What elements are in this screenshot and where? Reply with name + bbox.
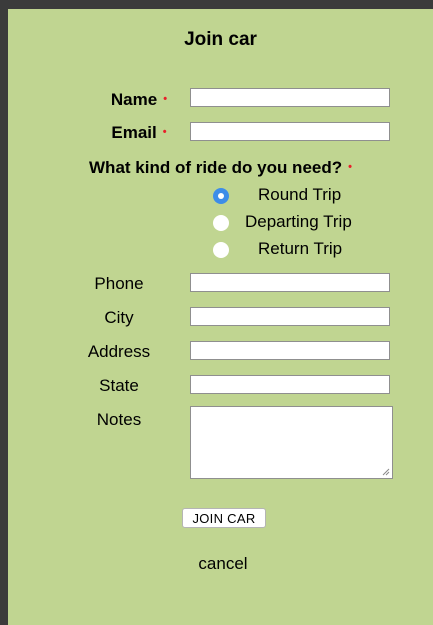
city-input[interactable] (190, 307, 390, 326)
required-marker: • (348, 161, 352, 173)
required-marker: • (162, 126, 167, 138)
notes-label: Notes (96, 410, 142, 429)
radio-label-round-trip: Round Trip (258, 185, 342, 204)
name-label-text: Name (110, 90, 158, 109)
notes-textarea[interactable] (190, 406, 393, 479)
ride-question: What kind of ride do you need? • (8, 158, 433, 178)
state-input[interactable] (190, 375, 390, 394)
city-label: City (104, 308, 134, 327)
email-label-text: Email (111, 123, 157, 142)
email-label: Email • (84, 123, 194, 143)
radio-button-selected[interactable] (213, 188, 229, 204)
required-marker: • (163, 93, 168, 105)
cancel-link[interactable]: cancel (8, 554, 433, 574)
join-car-button[interactable]: JOIN CAR (182, 508, 266, 528)
name-input[interactable] (190, 88, 390, 107)
name-label: Name • (84, 90, 194, 110)
state-label: State (99, 376, 139, 395)
radio-label-return-trip: Return Trip (258, 239, 343, 258)
radio-button[interactable] (213, 215, 229, 231)
address-input[interactable] (190, 341, 390, 360)
window-frame: Join car Name • Email • What kind of ride … (0, 0, 433, 625)
radio-departing-trip[interactable] (213, 212, 229, 234)
join-car-form: Join car Name • Email • What kind of ride … (8, 9, 433, 625)
phone-input[interactable] (190, 273, 390, 292)
ride-question-text: What kind of ride do you need? (89, 158, 343, 177)
form-title: Join car (184, 29, 257, 50)
resize-grip-icon[interactable] (382, 468, 390, 476)
radio-button[interactable] (213, 242, 229, 258)
radio-round-trip[interactable] (213, 185, 229, 207)
address-label: Address (87, 342, 151, 361)
radio-return-trip[interactable] (213, 239, 229, 261)
phone-label: Phone (94, 274, 144, 293)
email-input[interactable] (190, 122, 390, 141)
radio-label-departing-trip: Departing Trip (245, 212, 352, 231)
